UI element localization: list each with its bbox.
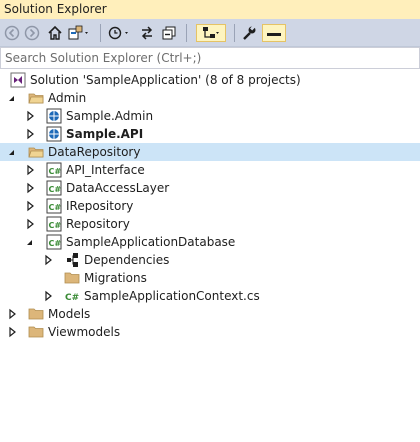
- properties-icon[interactable]: [240, 24, 258, 42]
- svg-text:C#: C#: [49, 221, 62, 230]
- csharp-project-icon: C#: [46, 216, 62, 232]
- collapse-all-icon[interactable]: [160, 24, 178, 42]
- tree-row-repository[interactable]: C# Repository: [0, 215, 420, 233]
- tree-row-sampleapplicationdatabase[interactable]: C# SampleApplicationDatabase: [0, 233, 420, 251]
- csharp-project-icon: C#: [46, 234, 62, 250]
- tree-row-viewmodels[interactable]: Viewmodels: [0, 323, 420, 341]
- tree-row-dependencies[interactable]: Dependencies: [0, 251, 420, 269]
- svg-text:C#: C#: [49, 203, 62, 212]
- tree-row-admin[interactable]: Admin: [0, 89, 420, 107]
- dependencies-icon: [64, 252, 80, 268]
- solution-icon: [10, 72, 26, 88]
- project-label: DataAccessLayer: [66, 181, 170, 195]
- expanded-arrow-icon[interactable]: [24, 233, 36, 251]
- collapsed-arrow-icon[interactable]: [6, 305, 18, 323]
- tree-row-sample-api[interactable]: Sample.API: [0, 125, 420, 143]
- forward-icon[interactable]: [24, 24, 40, 42]
- tree-row-migrations[interactable]: Migrations: [0, 269, 420, 287]
- home-icon[interactable]: [46, 24, 64, 42]
- folder-label: Admin: [48, 91, 87, 105]
- project-label: SampleApplicationDatabase: [66, 235, 236, 249]
- tree-row-dataaccesslayer[interactable]: C# DataAccessLayer: [0, 179, 420, 197]
- project-label: IRepository: [66, 199, 134, 213]
- window-title: Solution Explorer: [4, 2, 107, 16]
- folder-open-icon: [28, 90, 44, 106]
- expanded-arrow-icon[interactable]: [6, 143, 18, 161]
- collapsed-arrow-icon[interactable]: [6, 323, 18, 341]
- csharp-project-icon: C#: [46, 180, 62, 196]
- folder-icon: [28, 324, 44, 340]
- folder-icon: [28, 306, 44, 322]
- csharp-project-icon: C#: [46, 162, 62, 178]
- tree-row-solution[interactable]: Solution 'SampleApplication' (8 of 8 pro…: [0, 71, 420, 89]
- startup-project-label: Sample.API: [66, 127, 144, 141]
- back-icon[interactable]: [4, 24, 20, 42]
- project-label: Repository: [66, 217, 130, 231]
- folder-label: Viewmodels: [48, 325, 121, 339]
- expanded-arrow-icon[interactable]: [6, 89, 18, 107]
- tree-row-datarepository[interactable]: DataRepository: [0, 143, 420, 161]
- collapsed-arrow-icon[interactable]: [42, 287, 54, 305]
- collapsed-arrow-icon[interactable]: [24, 215, 36, 233]
- tree-row-api-interface[interactable]: C# API_Interface: [0, 161, 420, 179]
- tree-row-irepository[interactable]: C# IRepository: [0, 197, 420, 215]
- folder-icon: [64, 270, 80, 286]
- svg-text:C#: C#: [49, 167, 62, 176]
- project-label: Sample.Admin: [66, 109, 154, 123]
- collapsed-arrow-icon[interactable]: [42, 251, 54, 269]
- svg-text:C#: C#: [49, 185, 62, 194]
- web-project-icon: [46, 126, 62, 142]
- collapsed-arrow-icon[interactable]: [24, 107, 36, 125]
- file-label: SampleApplicationContext.cs: [84, 289, 260, 303]
- project-label: API_Interface: [66, 163, 145, 177]
- svg-text:C#: C#: [65, 293, 79, 303]
- tree-row-sampleapplicationcontext[interactable]: C# SampleApplicationContext.cs: [0, 287, 420, 305]
- title-bar: Solution Explorer: [0, 0, 420, 19]
- collapsed-arrow-icon[interactable]: [24, 125, 36, 143]
- pending-changes-icon[interactable]: [108, 24, 132, 42]
- folder-open-icon: [28, 144, 44, 160]
- csharp-project-icon: C#: [46, 198, 62, 214]
- tree-row-sample-admin[interactable]: Sample.Admin: [0, 107, 420, 125]
- show-all-files-icon[interactable]: [196, 24, 226, 42]
- solution-label: Solution 'SampleApplication' (8 of 8 pro…: [30, 73, 301, 87]
- tree-row-models[interactable]: Models: [0, 305, 420, 323]
- web-project-icon: [46, 108, 62, 124]
- csharp-file-icon: C#: [64, 288, 80, 304]
- collapsed-arrow-icon[interactable]: [24, 179, 36, 197]
- folder-label: Migrations: [84, 271, 147, 285]
- sync-icon[interactable]: [138, 24, 156, 42]
- folder-label: DataRepository: [48, 145, 141, 159]
- svg-text:C#: C#: [49, 239, 62, 248]
- preview-icon[interactable]: [262, 24, 286, 42]
- search-input[interactable]: [0, 47, 420, 69]
- folder-label: Models: [48, 307, 91, 321]
- toolbar: [0, 19, 420, 47]
- switch-views-icon[interactable]: [68, 24, 92, 42]
- collapsed-arrow-icon[interactable]: [24, 161, 36, 179]
- collapsed-arrow-icon[interactable]: [24, 197, 36, 215]
- node-label: Dependencies: [84, 253, 170, 267]
